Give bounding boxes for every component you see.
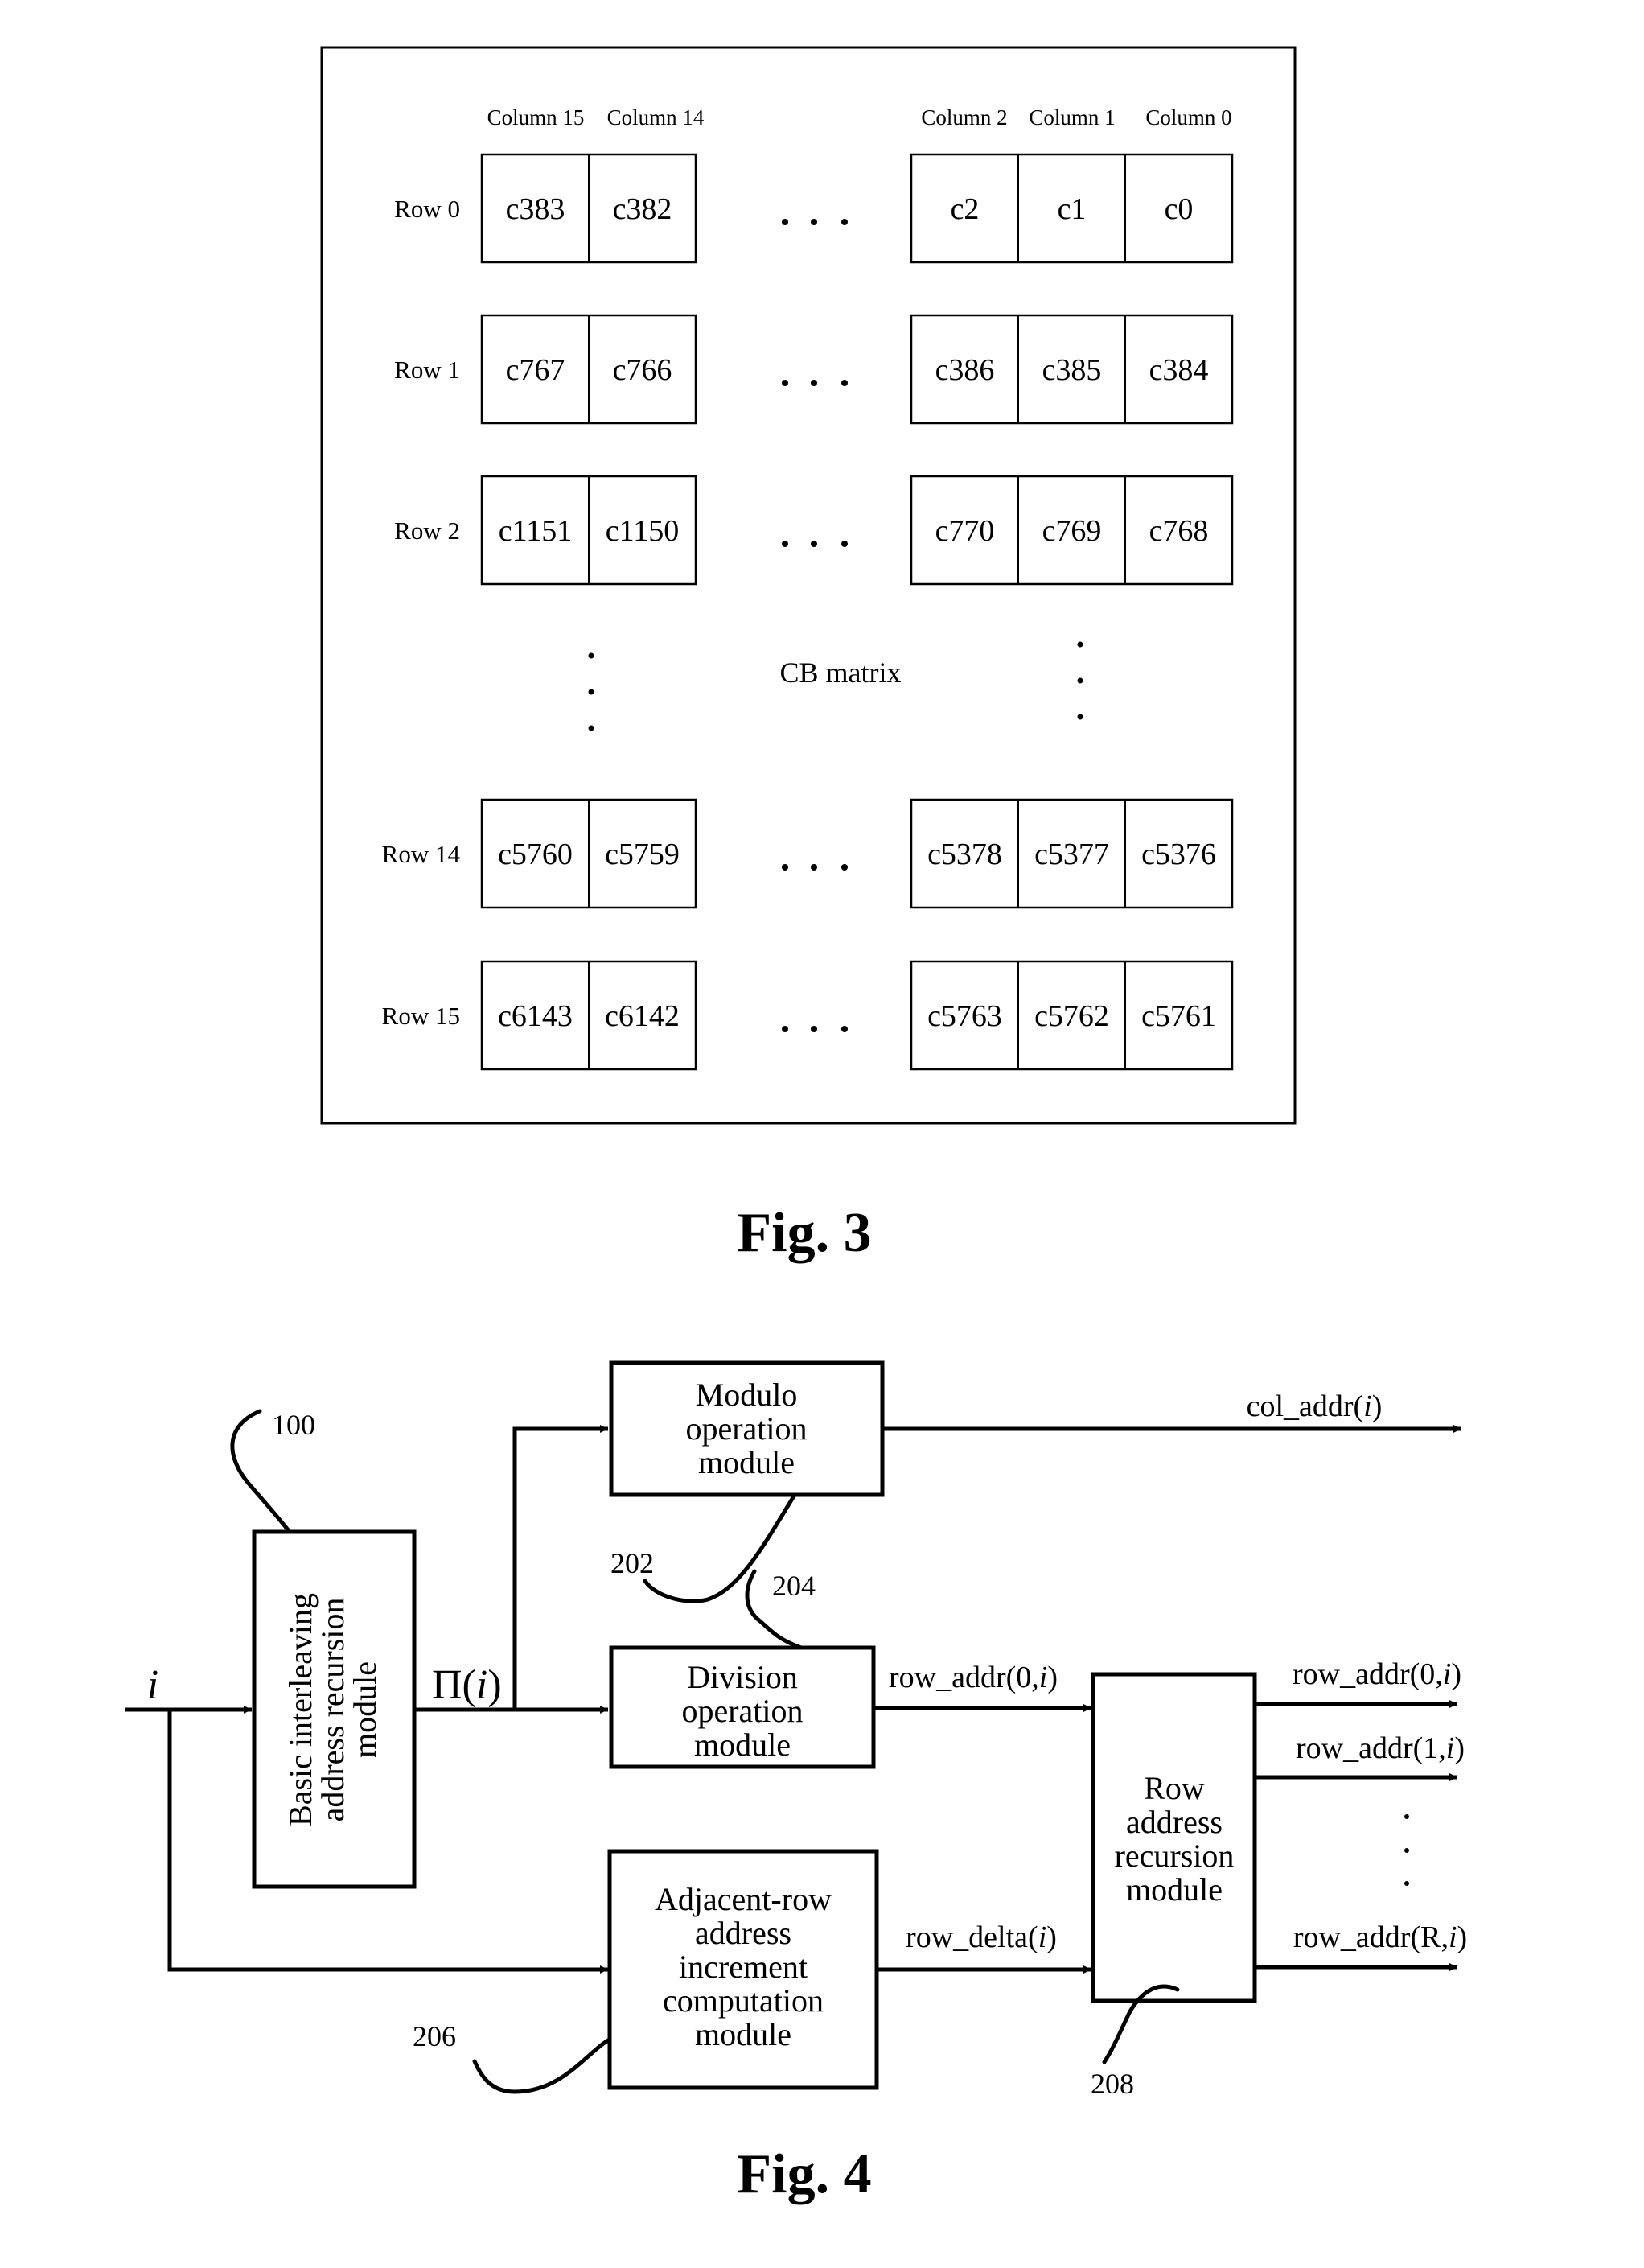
row-recursion-module-line: Row [1144,1770,1205,1806]
fig4-caption: Fig. 4 [737,2143,871,2205]
fig4: i Basic interleaving address recursion m… [125,1360,1467,2205]
output-ellipsis [1404,1814,1409,1886]
adjacent-module-line: computation [663,1982,824,2019]
basic-module-line: Basic interleaving [282,1593,319,1826]
fig3-caption: Fig. 3 [737,1202,871,1264]
matrix-cell: c2 [951,192,980,226]
matrix-cell: c767 [506,353,565,387]
matrix-cell: c1 [1058,192,1087,226]
row-label: Row 0 [394,195,460,223]
division-module-line: Division [687,1659,798,1695]
matrix-cell: c0 [1165,192,1194,226]
matrix-cell: c383 [506,192,565,226]
matrix-cell: c5761 [1141,999,1216,1033]
matrix-cell: c1150 [606,514,679,548]
adjacent-module-line: module [695,2016,791,2052]
row-recursion-module-line: address [1126,1804,1223,1840]
matrix-cell: c385 [1042,353,1102,387]
cb-matrix-label: CB matrix [780,657,902,689]
adjacent-module-line: Adjacent-row [655,1881,832,1917]
basic-module-line: module [347,1661,383,1758]
matrix-cell: c5760 [498,838,573,871]
column-header: Column 15 [487,105,585,130]
row-label: Row 1 [394,356,460,384]
row-addr-out-label: row_addr(0,i) [1293,1657,1461,1691]
matrix-cell: c6142 [605,999,680,1033]
row-addr-out-label: row_addr(R,i) [1293,1920,1467,1954]
matrix-cell: c382 [613,192,672,226]
ref-leader-206 [472,2037,612,2094]
pi-signal-label: Π(i) [432,1662,502,1708]
matrix-cell: c766 [613,353,672,387]
column-header: Column 1 [1029,105,1115,130]
modulo-operation-module: Modulo operation module [609,1360,885,1497]
matrix-cell: c5377 [1034,838,1109,871]
division-module-line: module [694,1727,791,1763]
matrix-cell: c770 [935,514,995,548]
matrix-cell: c6143 [498,999,573,1033]
row-address-recursion-module: Row address recursion module [1091,1672,1257,2003]
ref-label-100: 100 [272,1409,315,1441]
matrix-cell: c5376 [1141,838,1216,871]
row-label: Row 2 [394,517,460,545]
row-label: Row 14 [382,840,461,868]
col-addr-label: col_addr(i) [1247,1389,1383,1423]
matrix-cell: c5763 [927,999,1002,1033]
column-header: Column 0 [1145,105,1231,130]
row-delta-label: row_delta(i) [906,1920,1057,1954]
matrix-cell: c1151 [499,514,572,548]
adjacent-row-increment-module: Adjacent-row address increment computati… [607,1849,879,2090]
adjacent-module-line: address [695,1915,791,1951]
row-addr-out-label: row_addr(1,i) [1296,1731,1465,1765]
input-signal-label: i [147,1662,158,1708]
modulo-module-line: module [698,1444,795,1480]
row-addr-in-label: row_addr(0,i) [889,1661,1058,1694]
ref-label-204: 204 [772,1570,816,1602]
matrix-cell: c769 [1042,514,1102,548]
matrix-cell: c768 [1149,514,1209,548]
matrix-cell: c386 [935,353,995,387]
pi-branch-wire [512,1425,608,1710]
basic-interleaving-module: Basic interleaving address recursion mod… [252,1529,417,1889]
modulo-module-line: Modulo [696,1377,798,1413]
matrix-cell: c384 [1149,353,1209,387]
column-header: Column 14 [607,105,705,130]
fig3: Column 15 Column 14 Column 2 Column 1 Co… [320,46,1297,1264]
matrix-cell: c5762 [1034,999,1109,1033]
division-module-line: operation [681,1693,803,1729]
patent-figures: Column 15 Column 14 Column 2 Column 1 Co… [125,46,1467,2205]
row-recursion-module-line: recursion [1115,1838,1235,1874]
matrix-cell: c5759 [605,838,680,871]
row-recursion-module-line: module [1126,1871,1223,1908]
adjacent-module-line: increment [679,1949,808,1985]
basic-module-line: address recursion [314,1598,351,1822]
division-operation-module: Division operation module [609,1645,876,1769]
ref-label-202: 202 [610,1547,654,1579]
ref-label-208: 208 [1091,2068,1134,2100]
matrix-cell: c5378 [927,838,1002,871]
ref-label-206: 206 [413,2020,456,2052]
column-header: Column 2 [921,105,1007,130]
row-label: Row 15 [382,1002,460,1030]
modulo-module-line: operation [685,1410,807,1447]
